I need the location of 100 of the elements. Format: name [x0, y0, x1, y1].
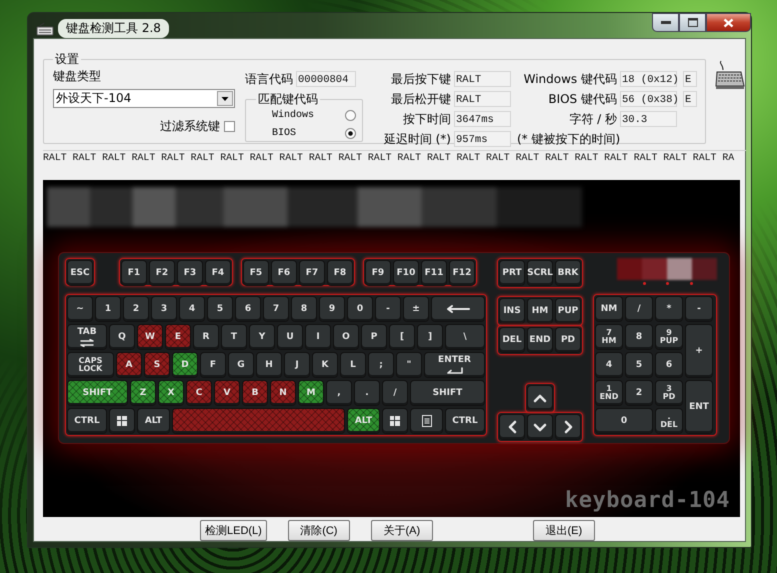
keyboard-key: ]	[418, 325, 442, 349]
checkbox-label: 过滤系统键	[160, 118, 220, 135]
tab-arrows-icon	[79, 338, 95, 346]
keyboard-key: F10	[394, 261, 418, 285]
keyboard-key: 9	[320, 297, 344, 321]
keyboard-key: PRT	[500, 261, 524, 285]
dialog-button[interactable]: 清除(C)	[288, 520, 350, 541]
return-arrow-icon	[446, 366, 464, 374]
field-label: 字符 / 秒	[568, 110, 617, 128]
keyboard-key: 5	[208, 297, 232, 321]
keyboard-key: 6	[236, 297, 260, 321]
flag-field: E	[683, 71, 697, 87]
keyboard-key: 4	[596, 353, 622, 377]
keyboard-key: D	[173, 353, 197, 377]
keyboard-key: F5	[244, 261, 268, 285]
radio-button[interactable]	[345, 110, 356, 120]
keyboard-key: 1	[96, 297, 120, 321]
keyboard-key: F	[201, 353, 225, 377]
keyboard-key: 4	[180, 297, 204, 321]
dialog-button[interactable]: 退出(E)	[532, 520, 595, 541]
group-title: 匹配键代码	[257, 93, 319, 106]
keyboard-key: [	[390, 325, 414, 349]
keyboard-key: 6	[656, 353, 682, 377]
keyboard-key: E	[166, 325, 190, 349]
keyboard-key: 8	[626, 325, 652, 349]
keyboard-key: CTRL	[68, 409, 106, 433]
keyboard-key: ENT	[686, 381, 712, 433]
keyboard-icon	[715, 58, 745, 90]
dialog-button[interactable]: 关于(A)	[370, 520, 433, 541]
left-arrow-icon	[445, 304, 471, 314]
keyboard-key: I	[306, 325, 330, 349]
chevron-down-icon	[533, 422, 547, 432]
keyboard-key: ~	[68, 297, 92, 321]
keyboard-key: DEL	[500, 328, 524, 352]
keyboard-key: F12	[450, 261, 474, 285]
keyboard-key: ALT	[348, 409, 379, 433]
keyboard-key: F4	[206, 261, 230, 285]
keyboard-key: 3 PD	[656, 381, 682, 405]
close-icon	[723, 18, 734, 28]
keyboard-key: . DEL	[656, 409, 682, 433]
radio-button[interactable]	[345, 128, 356, 138]
keyboard-key: 9 PUP	[656, 325, 682, 349]
keyboard-key: -	[376, 297, 400, 321]
keyboard-key: P	[362, 325, 386, 349]
keyboard-key: J	[285, 353, 309, 377]
keyboard-key: U	[278, 325, 302, 349]
field-label: 语言代码	[245, 70, 293, 88]
dialog-button[interactable]: 检测LED(L)	[200, 520, 267, 541]
keyboard-key: PUP	[556, 299, 580, 323]
keyboard-key: A	[117, 353, 141, 377]
keyboard-type-dropdown[interactable]: 外设天下-104	[53, 89, 235, 108]
four-squares-icon	[390, 416, 400, 426]
keyboard-key: M	[299, 381, 323, 405]
keyboard-key: 5	[626, 353, 652, 377]
chevron-left-icon	[508, 420, 516, 434]
keyboard-key: G	[229, 353, 253, 377]
keyboard-key: NM	[596, 297, 622, 321]
key-log-text: RALT RALT RALT RALT RALT RALT RALT RALT RALT RALT RALT RALT RALT RALT RALT RALT RALT RALT RALT RALT RALT RALT RALT RA	[43, 150, 746, 165]
field-label: 最后松开键	[391, 90, 451, 108]
maximize-icon	[688, 18, 698, 27]
keyboard-key: K	[313, 353, 337, 377]
keyboard-key: .	[355, 381, 379, 405]
keyboard-key: ,	[327, 381, 351, 405]
keyboard-key: X	[159, 381, 183, 405]
close-button[interactable]	[706, 13, 751, 32]
keyboard-key: CTRL	[446, 409, 484, 433]
filter-checkbox[interactable]	[224, 121, 235, 132]
keyboard-key: END	[528, 328, 552, 352]
keyboard-key: B	[243, 381, 267, 405]
keyboard-key: CAPS LOCK	[68, 353, 113, 377]
radio-label: Windows	[272, 110, 314, 120]
keyboard-key: INS	[500, 299, 524, 323]
flag-field: E	[683, 91, 697, 107]
keyboard-key: F7	[300, 261, 324, 285]
four-squares-icon	[117, 416, 127, 426]
keyboard-key: PD	[556, 328, 580, 352]
keyboard-key: Q	[110, 325, 134, 349]
keyboard-key: F11	[422, 261, 446, 285]
minimize-button[interactable]	[652, 13, 679, 32]
keyboard-key: 2	[626, 381, 652, 405]
keyboard-key: F9	[366, 261, 390, 285]
keyboard-key: *	[656, 297, 682, 321]
window-title: 键盘检测工具 2.8	[58, 19, 169, 38]
keyboard-key: SHIFT	[68, 381, 127, 405]
maximize-button[interactable]	[679, 13, 706, 32]
keyboard-key: R	[194, 325, 218, 349]
keyboard-icon	[36, 22, 54, 36]
keyboard-key: V	[215, 381, 239, 405]
field-label: BIOS 键代码	[547, 90, 617, 108]
list-icon	[422, 415, 432, 427]
keyboard-key: 1 END	[596, 381, 622, 405]
radio-label: BIOS	[272, 128, 296, 138]
keyboard-key: S	[145, 353, 169, 377]
keyboard-key: +	[686, 325, 712, 377]
value-field: 56 (0x38)	[620, 91, 677, 107]
group-title: 设置	[54, 53, 80, 66]
keyboard-key: L	[341, 353, 365, 377]
key-label: ENTER	[438, 356, 471, 364]
keyboard-key: HM	[528, 299, 552, 323]
keyboard-key: ±	[404, 297, 428, 321]
